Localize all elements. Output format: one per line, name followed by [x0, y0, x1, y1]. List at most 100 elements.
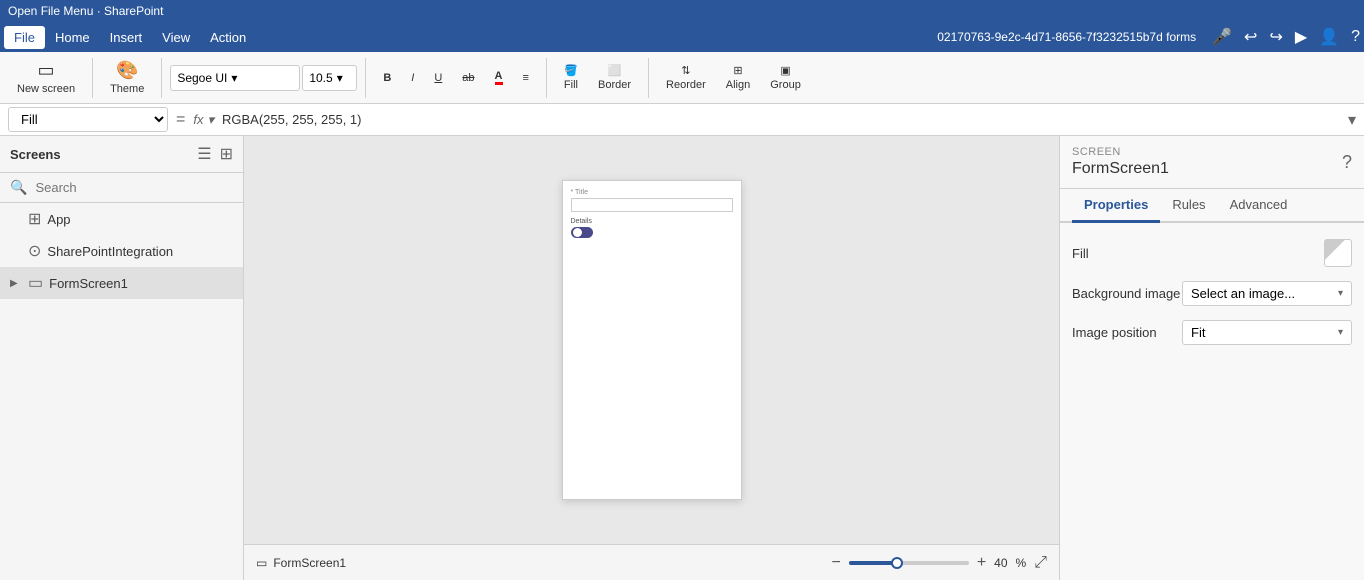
grid-view-icon[interactable]: ⊞ — [220, 144, 233, 164]
help-icon-menu[interactable]: ? — [1351, 28, 1360, 46]
bottom-screen-label: FormScreen1 — [273, 556, 346, 570]
list-view-icon[interactable]: ☰ — [197, 144, 211, 164]
new-screen-button[interactable]: ▭ New screen — [8, 55, 84, 100]
formscreen1-expand-icon: ▶ — [10, 278, 22, 289]
formula-fx-group: fx ▾ — [193, 112, 214, 128]
theme-label: Theme — [110, 83, 144, 95]
italic-button[interactable]: I — [402, 67, 423, 89]
fill-button[interactable]: 🪣 Fill — [555, 59, 587, 96]
border-icon: ⬜ — [608, 64, 622, 77]
mic-icon[interactable]: 🎤 — [1212, 27, 1232, 47]
font-color-icon: A — [495, 70, 503, 85]
bg-image-label: Background image — [1072, 286, 1180, 301]
zoom-plus-button[interactable]: + — [977, 554, 986, 572]
fill-swatch[interactable] — [1324, 239, 1352, 267]
screens-header-icons: ☰ ⊞ — [197, 144, 233, 164]
font-selector[interactable]: Segoe UI ▾ — [170, 65, 300, 91]
align-group-icon: ⊞ — [733, 64, 742, 77]
img-position-selector[interactable]: Fit ▾ — [1182, 320, 1352, 345]
fill-icon: 🪣 — [564, 64, 578, 77]
font-color-button[interactable]: A — [486, 65, 512, 90]
group-button[interactable]: ▣ Group — [761, 59, 810, 96]
zoom-controls: − + 40 % ⤢ — [831, 554, 1047, 572]
right-panel-header: SCREEN FormScreen1 ? — [1060, 136, 1364, 189]
menu-view[interactable]: View — [152, 26, 200, 49]
title-bar: Open File Menu · SharePoint — [0, 0, 1364, 22]
align-group-label: Align — [726, 79, 750, 91]
screen-preview: * Title Details — [562, 180, 742, 500]
img-position-arrow-icon: ▾ — [1338, 327, 1343, 338]
img-position-value: Fit — [1191, 325, 1205, 340]
zoom-slider[interactable] — [849, 561, 969, 565]
title-bar-text: Open File Menu · SharePoint — [8, 4, 163, 18]
bg-image-arrow-icon: ▾ — [1338, 288, 1343, 299]
tab-advanced[interactable]: Advanced — [1218, 189, 1300, 223]
tree-item-sharepoint[interactable]: ⊙ SharePointIntegration — [0, 235, 243, 267]
formula-fx-btn[interactable]: fx — [193, 112, 203, 127]
bold-icon: B — [383, 72, 391, 84]
panel-content: Fill Background image Select an image...… — [1060, 223, 1364, 375]
undo-icon[interactable]: ↩ — [1244, 27, 1257, 47]
sharepoint-icon: ⊙ — [28, 241, 41, 261]
font-arrow-icon: ▾ — [231, 71, 237, 85]
menu-insert[interactable]: Insert — [100, 26, 153, 49]
menu-bar: File Home Insert View Action 02170763-9e… — [0, 22, 1364, 52]
zoom-minus-button[interactable]: − — [831, 554, 840, 572]
property-selector[interactable]: Fill — [8, 107, 168, 132]
tab-properties[interactable]: Properties — [1072, 189, 1160, 223]
underline-icon: U — [434, 72, 442, 84]
play-icon[interactable]: ▶ — [1295, 27, 1307, 47]
strikethrough-button[interactable]: ab — [453, 67, 483, 89]
ribbon-sep-1 — [92, 58, 93, 98]
ribbon: ▭ New screen 🎨 Theme Segoe UI ▾ 10.5 ▾ B… — [0, 52, 1364, 104]
align-icon: ≡ — [523, 72, 529, 84]
align-group-button[interactable]: ⊞ Align — [717, 59, 759, 96]
tree-item-sharepoint-label: SharePointIntegration — [47, 244, 173, 259]
align-button[interactable]: ≡ — [514, 67, 538, 89]
menu-action[interactable]: Action — [200, 26, 256, 49]
tree-items: ⊞ App ⊙ SharePointIntegration ▶ ▭ FormSc… — [0, 203, 243, 580]
redo-icon[interactable]: ↪ — [1269, 27, 1282, 47]
screens-header: Screens ☰ ⊞ — [0, 136, 243, 173]
tree-item-formscreen1-label: FormScreen1 — [49, 276, 128, 291]
reorder-button[interactable]: ⇅ Reorder — [657, 59, 715, 96]
fill-label: Fill — [564, 79, 578, 91]
border-button[interactable]: ⬜ Border — [589, 59, 640, 96]
main-content: Screens ☰ ⊞ 🔍 ⊞ App ⊙ SharePointIntegrat… — [0, 136, 1364, 580]
ribbon-reorder-group: ⇅ Reorder ⊞ Align ▣ Group — [657, 59, 810, 96]
underline-button[interactable]: U — [425, 67, 451, 89]
zoom-value: 40 — [994, 556, 1007, 570]
img-position-label: Image position — [1072, 325, 1157, 340]
bg-image-selector[interactable]: Select an image... ▾ — [1182, 281, 1352, 306]
search-icon: 🔍 — [10, 179, 27, 196]
bold-button[interactable]: B — [374, 67, 400, 89]
fill-row: Fill — [1072, 239, 1352, 267]
font-size-selector[interactable]: 10.5 ▾ — [302, 65, 357, 91]
fx-italic-icon: fx — [193, 112, 203, 127]
preview-title-label: * Title — [571, 189, 733, 196]
formula-expand-icon[interactable]: ▾ — [1348, 110, 1356, 130]
menu-file[interactable]: File — [4, 26, 45, 49]
canvas-area: * Title Details ▭ FormScreen1 − + 40 — [244, 136, 1059, 580]
canvas-workspace[interactable]: * Title Details — [244, 136, 1059, 544]
expand-icon[interactable]: ⤢ — [1034, 554, 1047, 572]
fill-prop-label: Fill — [1072, 246, 1089, 261]
user-icon[interactable]: 👤 — [1319, 27, 1339, 47]
right-panel-help-icon[interactable]: ? — [1342, 152, 1352, 173]
font-size-arrow-icon: ▾ — [337, 71, 343, 85]
tree-item-formscreen1[interactable]: ▶ ▭ FormScreen1 — [0, 267, 243, 299]
search-input[interactable] — [35, 180, 233, 195]
screen-icon: ▭ — [28, 273, 43, 293]
formula-chevron-icon[interactable]: ▾ — [207, 112, 214, 128]
new-screen-icon: ▭ — [38, 60, 55, 81]
panel-tabs: Properties Rules Advanced — [1060, 189, 1364, 223]
preview-title-field — [571, 198, 733, 212]
new-screen-label: New screen — [17, 83, 75, 95]
menu-home[interactable]: Home — [45, 26, 100, 49]
tab-rules[interactable]: Rules — [1160, 189, 1217, 223]
formula-input[interactable] — [222, 112, 1340, 127]
tree-item-app[interactable]: ⊞ App — [0, 203, 243, 235]
screens-title: Screens — [10, 147, 61, 162]
right-panel: SCREEN FormScreen1 ? Properties Rules Ad… — [1059, 136, 1364, 580]
theme-button[interactable]: 🎨 Theme — [101, 55, 153, 100]
